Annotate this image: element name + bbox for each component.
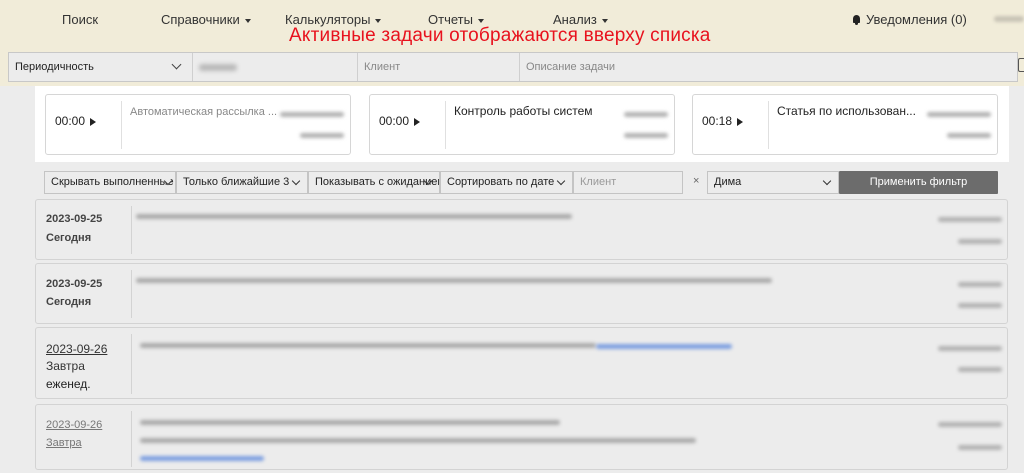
caret-down-icon bbox=[244, 18, 251, 23]
task-meta-blurred bbox=[958, 445, 1002, 450]
task-meta-blurred bbox=[958, 303, 1002, 308]
task-link-blurred[interactable] bbox=[596, 344, 732, 349]
task-meta-blurred bbox=[958, 367, 1002, 372]
nav-directories-label: Справочники bbox=[161, 12, 240, 27]
task-info-blurred bbox=[624, 133, 668, 138]
hide-completed-select[interactable]: Скрывать выполненные bbox=[44, 171, 176, 194]
task-text-blurred bbox=[140, 438, 696, 443]
nav-search[interactable]: Поиск bbox=[62, 12, 98, 27]
task-meta-blurred bbox=[938, 422, 1002, 427]
task-meta-blurred bbox=[958, 282, 1002, 287]
executor-field[interactable] bbox=[193, 53, 358, 81]
nav-notifications[interactable]: Уведомления (0) bbox=[852, 12, 967, 27]
top-navbar: Поиск Справочники Калькуляторы Отчеты Ан… bbox=[0, 0, 1024, 50]
active-tasks: 00:00 Автоматическая рассылка ... 00:00 … bbox=[35, 86, 1009, 162]
client-field[interactable]: Клиент bbox=[358, 53, 520, 81]
play-icon[interactable] bbox=[737, 118, 743, 126]
row-divider bbox=[131, 270, 132, 318]
user-label: Дима bbox=[714, 176, 742, 188]
task-row[interactable]: 2023-09-26 Завтра еженед. bbox=[35, 327, 1008, 399]
client-filter-input[interactable]: Клиент bbox=[573, 171, 683, 194]
top-filter-bar: Периодичность Клиент Описание задачи bbox=[0, 50, 1024, 86]
clear-client-icon[interactable]: × bbox=[693, 175, 699, 187]
caret-down-icon bbox=[477, 18, 484, 23]
task-timer: 00:00 bbox=[379, 114, 410, 128]
task-periodicity: еженед. bbox=[46, 377, 91, 391]
task-title: Автоматическая рассылка ... bbox=[130, 106, 278, 118]
task-row[interactable]: 2023-09-25 Сегодня bbox=[35, 199, 1008, 260]
main-panel: 00:00 Автоматическая рассылка ... 00:00 … bbox=[0, 86, 1024, 473]
row-divider bbox=[131, 334, 132, 394]
user-select[interactable]: Дима bbox=[707, 171, 839, 194]
nearest-select[interactable]: Только ближайшие 3 bbox=[176, 171, 308, 194]
task-text-blurred bbox=[136, 278, 772, 283]
row-divider bbox=[131, 411, 132, 467]
task-text-blurred bbox=[140, 420, 560, 425]
play-icon[interactable] bbox=[414, 118, 420, 126]
active-task-card[interactable]: 00:00 Автоматическая рассылка ... bbox=[45, 94, 351, 155]
play-icon[interactable] bbox=[90, 118, 96, 126]
task-info-blurred bbox=[624, 112, 668, 117]
task-description-field[interactable]: Описание задачи bbox=[520, 53, 1017, 81]
executor-value bbox=[199, 63, 237, 71]
sort-select[interactable]: Сортировать по дате bbox=[440, 171, 573, 194]
task-date-link[interactable]: 2023-09-26 bbox=[46, 342, 107, 356]
show-waiting-select[interactable]: Показывать с ожиданием bbox=[308, 171, 440, 194]
task-info-blurred bbox=[947, 133, 991, 138]
card-divider bbox=[121, 101, 122, 149]
task-meta-blurred bbox=[938, 346, 1002, 351]
task-row[interactable]: 2023-09-25 Сегодня bbox=[35, 263, 1008, 324]
task-timer: 00:18 bbox=[702, 114, 733, 128]
task-timer: 00:00 bbox=[55, 114, 86, 128]
sort-label: Сортировать по дате bbox=[447, 176, 555, 188]
task-meta-blurred bbox=[938, 217, 1002, 222]
task-link-blurred[interactable] bbox=[140, 456, 264, 461]
task-row[interactable]: 2023-09-26 Завтра bbox=[35, 404, 1008, 470]
periodicity-select[interactable]: Периодичность bbox=[9, 53, 193, 81]
chevron-down-icon bbox=[171, 59, 182, 70]
apply-filter-button[interactable]: Применить фильтр bbox=[839, 171, 998, 194]
calendar-icon[interactable] bbox=[1018, 58, 1024, 72]
row-divider bbox=[131, 206, 132, 254]
task-day: Сегодня bbox=[46, 296, 92, 308]
task-date-link[interactable]: 2023-09-26 bbox=[46, 419, 102, 431]
periodicity-label: Периодичность bbox=[15, 61, 94, 73]
chevron-down-icon bbox=[291, 176, 301, 186]
active-task-card[interactable]: 00:18 Статья по использован... bbox=[692, 94, 998, 155]
task-text-blurred bbox=[140, 343, 596, 348]
task-title: Статья по использован... bbox=[777, 104, 916, 118]
task-filter-bar: Скрывать выполненные Только ближайшие 3 … bbox=[44, 171, 998, 194]
show-waiting-label: Показывать с ожиданием bbox=[315, 176, 440, 188]
active-tasks-banner: Активные задачи отображаются вверху спис… bbox=[289, 25, 711, 46]
task-day: Сегодня bbox=[46, 232, 92, 244]
task-date: 2023-09-25 bbox=[46, 278, 103, 290]
task-info-blurred bbox=[927, 112, 991, 117]
task-date: 2023-09-25 bbox=[46, 213, 103, 225]
card-divider bbox=[768, 101, 769, 149]
task-title: Контроль работы систем bbox=[454, 104, 593, 118]
chevron-down-icon bbox=[556, 176, 566, 186]
hide-completed-label: Скрывать выполненные bbox=[51, 176, 174, 188]
task-info-blurred bbox=[280, 112, 344, 117]
active-task-card[interactable]: 00:00 Контроль работы систем bbox=[369, 94, 675, 155]
bell-icon bbox=[852, 15, 861, 25]
nav-notifications-label: Уведомления (0) bbox=[866, 12, 967, 27]
caret-down-icon bbox=[601, 18, 608, 23]
task-day-link[interactable]: Завтра bbox=[46, 437, 82, 449]
chevron-down-icon bbox=[822, 176, 832, 186]
nearest-label: Только ближайшие 3 bbox=[183, 176, 290, 188]
card-divider bbox=[445, 101, 446, 149]
task-meta-blurred bbox=[958, 239, 1002, 244]
task-day: Завтра bbox=[46, 359, 85, 373]
task-info-blurred bbox=[300, 133, 344, 138]
caret-down-icon bbox=[375, 18, 382, 23]
user-menu[interactable] bbox=[994, 16, 1024, 22]
nav-directories[interactable]: Справочники bbox=[161, 12, 251, 27]
task-text-blurred bbox=[136, 214, 572, 219]
top-filter-box: Периодичность Клиент Описание задачи bbox=[8, 52, 1018, 82]
